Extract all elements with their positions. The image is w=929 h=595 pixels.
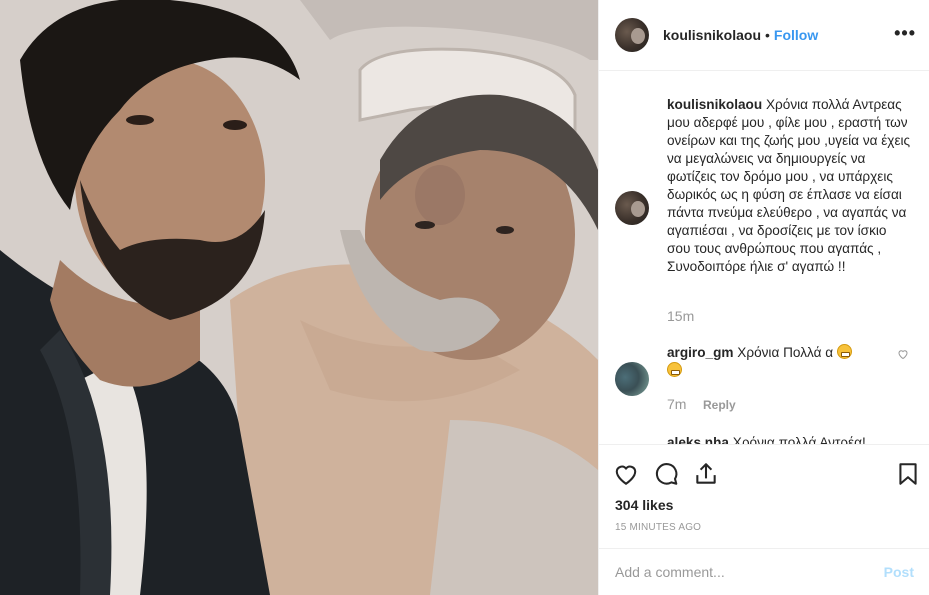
grinning-face-emoji-icon	[836, 344, 852, 359]
post-comment-button[interactable]: Post	[884, 564, 914, 580]
caption-text: Χρόνια πολλά Αντρεας μου αδερφέ μου , φί…	[667, 97, 911, 274]
comments-list[interactable]: koulisnikolaou Χρόνια πολλά Αντρεας μου …	[599, 72, 929, 444]
heart-icon[interactable]	[613, 461, 639, 487]
like-comment-heart-icon[interactable]	[897, 348, 909, 360]
photo-illustration	[0, 0, 598, 595]
comment-item-partial: aleks.nha Χρόνια πολλά Αντρέα!	[667, 434, 866, 444]
add-comment-bar: Post	[599, 548, 929, 595]
caption-time[interactable]: 15m	[667, 308, 694, 324]
post-timestamp[interactable]: 15 MINUTES AGO	[615, 522, 701, 533]
caption-username[interactable]: koulisnikolaou	[667, 97, 762, 112]
post-header: koulisnikolaou • Follow •••	[599, 0, 929, 71]
bookmark-icon[interactable]	[895, 461, 921, 487]
caption-body: koulisnikolaou Χρόνια πολλά Αντρεας μου …	[667, 96, 912, 276]
follow-button[interactable]: Follow	[774, 27, 818, 43]
add-comment-input[interactable]	[615, 564, 884, 580]
reply-button[interactable]: Reply	[703, 398, 736, 412]
post-photo[interactable]	[0, 0, 598, 595]
commenter-username[interactable]: aleks.nha	[667, 435, 729, 444]
commenter-avatar[interactable]	[615, 362, 649, 396]
post-actions: 304 likes 15 MINUTES AGO Post	[599, 444, 929, 594]
likes-count[interactable]: 304 likes	[615, 497, 673, 513]
comment-time[interactable]: 7m	[667, 396, 686, 412]
caption-avatar[interactable]	[615, 191, 649, 225]
post-side-panel: koulisnikolaou • Follow ••• koulisnikola…	[598, 0, 929, 595]
comment-icon[interactable]	[653, 461, 679, 487]
comment-body: argiro_gm Χρόνια Πολλά α	[667, 344, 887, 380]
share-icon[interactable]	[693, 461, 719, 487]
author-username[interactable]: koulisnikolaou	[663, 27, 761, 43]
comment-text: Χρόνια πολλά Αντρέα!	[732, 435, 866, 444]
commenter-username[interactable]: argiro_gm	[667, 345, 733, 360]
grinning-face-emoji-icon	[667, 362, 682, 377]
author-avatar[interactable]	[615, 18, 649, 52]
comment-text: Χρόνια Πολλά α	[737, 345, 834, 360]
instagram-post: koulisnikolaou • Follow ••• koulisnikola…	[0, 0, 929, 595]
header-separator: •	[765, 27, 770, 43]
more-options-icon[interactable]: •••	[894, 24, 916, 42]
